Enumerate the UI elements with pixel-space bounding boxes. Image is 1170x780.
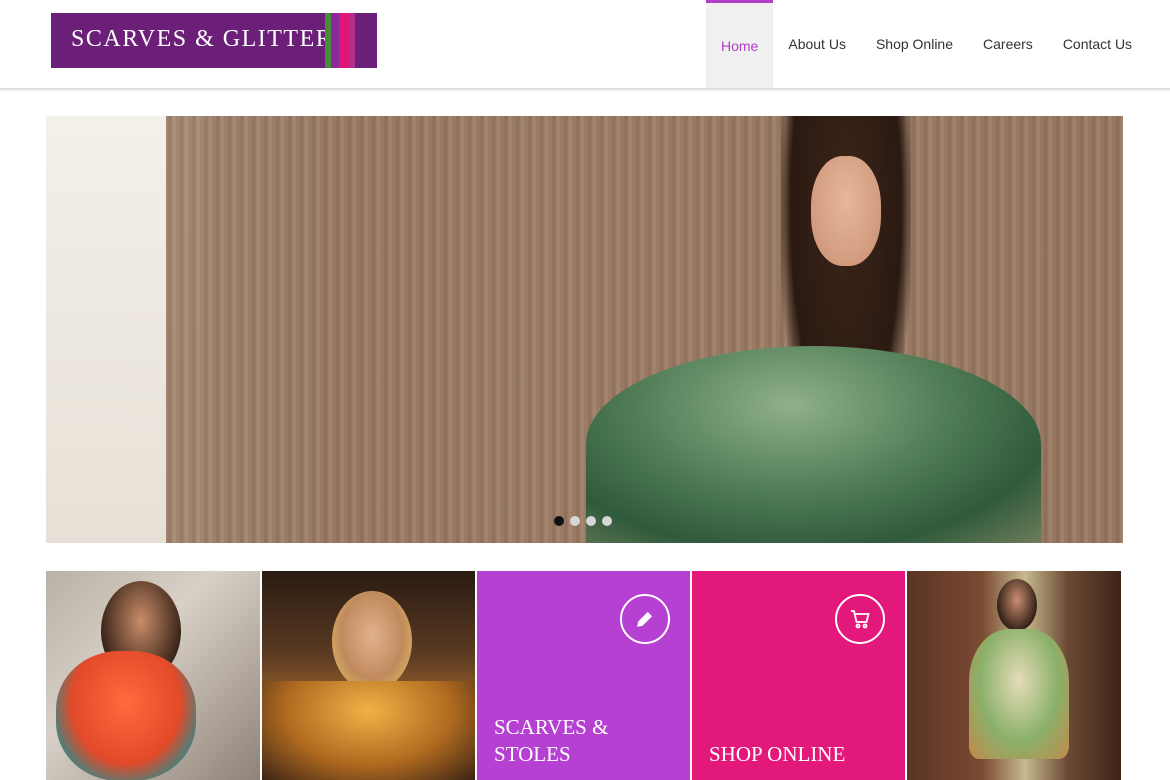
slider-dot-4[interactable]	[602, 516, 612, 526]
site-header: SCARVES & GLITTERS Home About Us Shop On…	[0, 0, 1170, 88]
site-logo[interactable]: SCARVES & GLITTERS	[51, 13, 377, 68]
nav-item-contact[interactable]: Contact Us	[1048, 0, 1147, 88]
tile-photo-standing-model[interactable]	[907, 571, 1121, 780]
logo-text: SCARVES & GLITTERS	[71, 26, 349, 52]
nav-item-about[interactable]: About Us	[773, 0, 861, 88]
tile-scarves-label[interactable]: SCARVES & STOLES	[494, 714, 608, 768]
model-kaftan	[969, 629, 1069, 759]
hero-model-face	[811, 156, 881, 266]
logo-stripe	[349, 13, 355, 68]
tile-photo-kaftan-model[interactable]	[262, 571, 475, 780]
tile-shop-label[interactable]: SHOP ONLINE	[709, 741, 845, 768]
nav-item-careers[interactable]: Careers	[968, 0, 1048, 88]
logo-stripe	[331, 13, 339, 68]
feature-tiles: SCARVES & STOLES SHOP ONLINE	[46, 571, 1121, 780]
cart-icon[interactable]	[835, 594, 885, 644]
tile-scarves-label-line2: STOLES	[494, 742, 571, 766]
logo-stripe	[339, 13, 349, 68]
slider-dot-1[interactable]	[554, 516, 564, 526]
slider-dot-2[interactable]	[570, 516, 580, 526]
tile-shop-online[interactable]: SHOP ONLINE	[692, 571, 905, 780]
tile-scarves-stoles[interactable]: SCARVES & STOLES	[477, 571, 690, 780]
slider-dot-3[interactable]	[586, 516, 596, 526]
model-head	[997, 579, 1037, 631]
slider-pagination	[554, 516, 612, 526]
hero-model-kaftan	[586, 346, 1041, 543]
main-nav: Home About Us Shop Online Careers Contac…	[706, 0, 1147, 88]
model-kaftan	[262, 681, 475, 780]
nav-item-shop-online[interactable]: Shop Online	[861, 0, 968, 88]
tile-photo-scarf-model[interactable]	[46, 571, 260, 780]
model-head	[332, 591, 412, 691]
hero-slider[interactable]	[46, 116, 1123, 543]
header-divider	[0, 88, 1170, 91]
pencil-icon[interactable]	[620, 594, 670, 644]
model-scarf	[56, 651, 196, 780]
tile-scarves-label-line1: SCARVES &	[494, 715, 609, 739]
nav-item-home[interactable]: Home	[706, 0, 774, 88]
